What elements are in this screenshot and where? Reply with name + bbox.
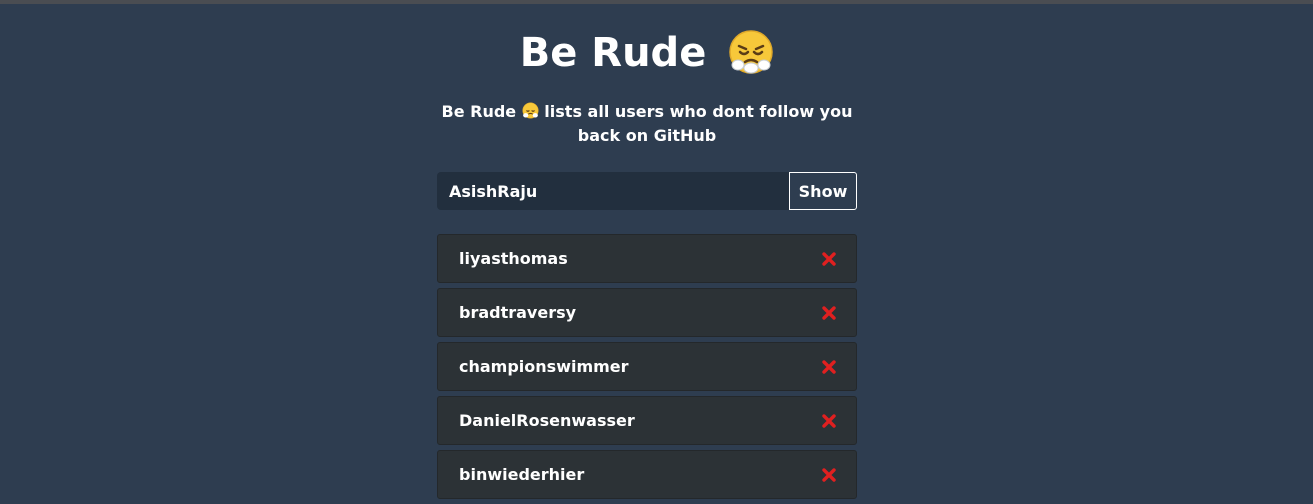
list-item: liyasthomas xyxy=(437,234,857,283)
page-description: Be Rude lists all users who dont follow … xyxy=(427,100,867,148)
browser-top-border xyxy=(0,0,1313,4)
username-link[interactable]: liyasthomas xyxy=(459,235,568,283)
list-item: binwiederhier xyxy=(437,450,857,499)
page-title: Be Rude xyxy=(417,28,877,78)
remove-icon[interactable] xyxy=(822,252,836,266)
username-link[interactable]: binwiederhier xyxy=(459,451,584,499)
remove-icon[interactable] xyxy=(822,468,836,482)
description-text: lists all users who dont follow you back… xyxy=(544,102,853,145)
list-item: DanielRosenwasser xyxy=(437,396,857,445)
page-title-text: Be Rude xyxy=(519,30,707,76)
face-with-steam-from-nose-small-icon xyxy=(522,102,539,119)
username-link[interactable]: championswimmer xyxy=(459,343,629,391)
show-button[interactable]: Show xyxy=(789,172,857,210)
non-followers-list: liyasthomas bradtraversy championswimmer… xyxy=(437,234,857,504)
username-link[interactable]: bradtraversy xyxy=(459,289,576,337)
remove-icon[interactable] xyxy=(822,360,836,374)
remove-icon[interactable] xyxy=(822,414,836,428)
username-input[interactable] xyxy=(437,172,789,210)
list-item: bradtraversy xyxy=(437,288,857,337)
username-link[interactable]: DanielRosenwasser xyxy=(459,397,635,445)
description-app-name: Be Rude xyxy=(441,102,517,121)
face-with-steam-from-nose-icon xyxy=(729,30,774,74)
username-search-form: Show xyxy=(437,172,857,210)
list-item: championswimmer xyxy=(437,342,857,391)
remove-icon[interactable] xyxy=(822,306,836,320)
